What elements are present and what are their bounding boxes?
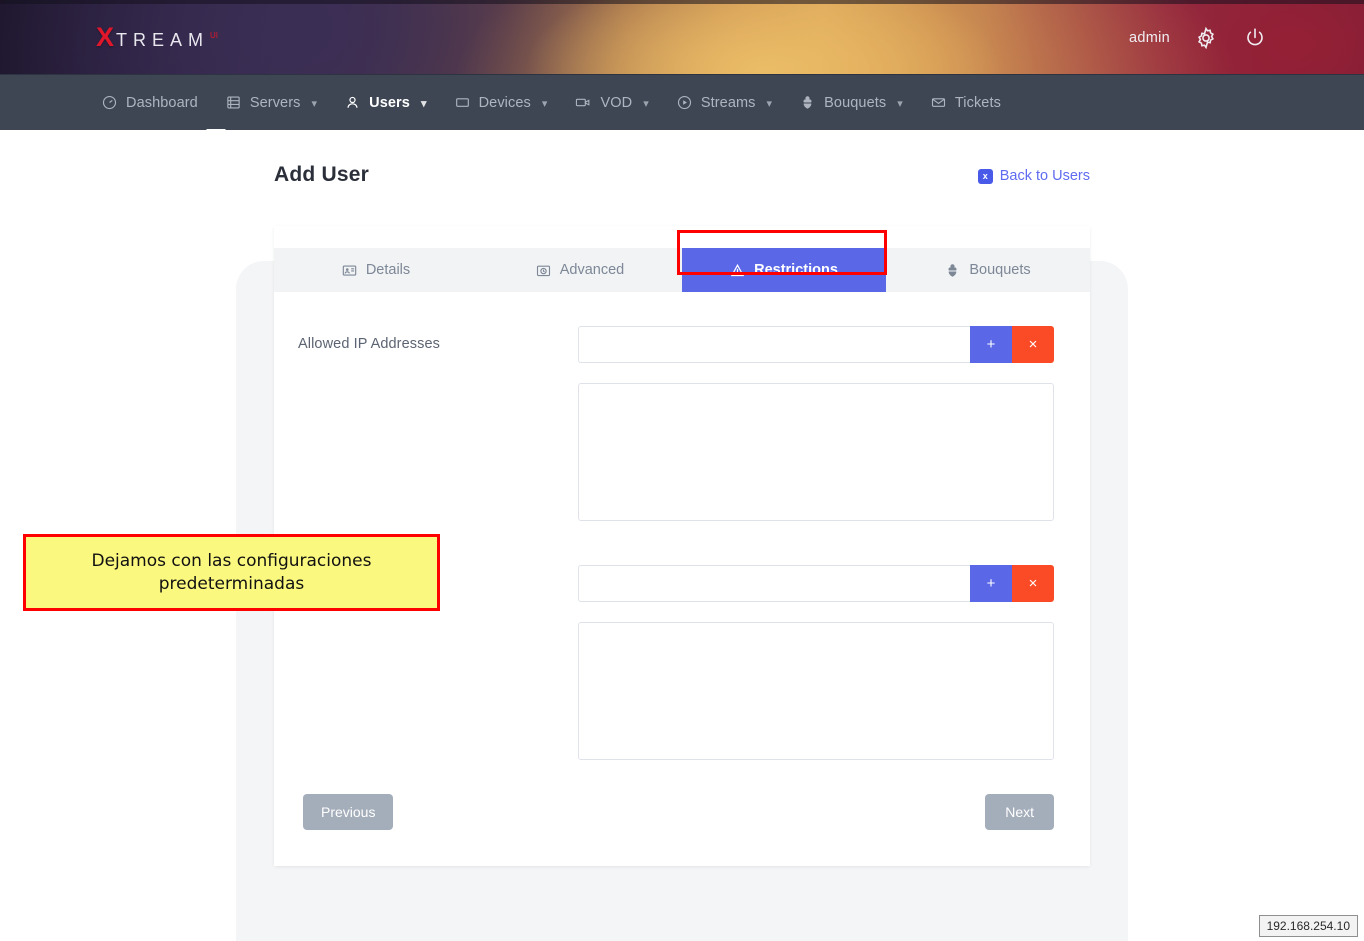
add-user-agent-button[interactable]: +	[970, 565, 1012, 602]
annotation-note: Dejamos con las configuraciones predeter…	[23, 534, 440, 612]
nav-label-vod: VOD	[600, 94, 633, 111]
allowed-ip-input-group: + ×	[578, 326, 1054, 363]
nav-label-streams: Streams	[700, 94, 756, 111]
allowed-ip-list[interactable]	[578, 383, 1054, 521]
tab-label-details: Details	[365, 262, 411, 278]
page-container: Add User x Back to Users Details Advance…	[0, 130, 1364, 941]
nav-label-users: Users	[369, 94, 410, 111]
delete-user-agent-button[interactable]: ×	[1012, 565, 1054, 602]
nav-label-bouquets: Bouquets	[824, 94, 887, 111]
main-navigation: Dashboard Servers ▾ Users ▾ Devices ▾ VO…	[0, 75, 1364, 139]
header-actions: admin	[1129, 0, 1268, 74]
allowed-user-agents-input[interactable]	[578, 565, 970, 602]
mail-icon	[931, 95, 946, 110]
wizard-tabs: Details Advanced Restrictions Bouquets	[274, 230, 1090, 292]
user-icon	[345, 95, 360, 110]
card-top-strip	[274, 226, 1090, 248]
nav-item-servers[interactable]: Servers ▾	[212, 75, 331, 130]
chevron-down-icon: ▾	[643, 98, 649, 110]
allowed-user-agents-field-area: + ×	[578, 565, 1054, 760]
play-icon	[677, 95, 692, 110]
nav-item-users[interactable]: Users ▾	[331, 75, 440, 130]
logo-superscript: UI	[210, 31, 219, 40]
id-card-icon	[342, 263, 357, 278]
page-title: Add User	[274, 163, 369, 186]
gear-icon[interactable]	[1193, 25, 1219, 51]
admin-username: admin	[1129, 29, 1170, 46]
tab-restrictions[interactable]: Restrictions	[682, 248, 886, 292]
nav-item-dashboard[interactable]: Dashboard	[88, 75, 212, 130]
chevron-down-icon: ▾	[897, 98, 903, 110]
allowed-ip-label: Allowed IP Addresses	[298, 336, 440, 352]
back-arrow-icon: x	[977, 168, 993, 184]
bouquet-icon	[945, 263, 960, 278]
chevron-down-icon: ▾	[766, 98, 773, 110]
logo-text: TREAM	[116, 30, 210, 50]
nav-item-tickets[interactable]: Tickets	[917, 75, 1015, 130]
allowed-user-agents-list[interactable]	[578, 622, 1054, 760]
ip-status-tooltip: 192.168.254.10	[1258, 915, 1358, 937]
next-button[interactable]: Next	[985, 794, 1054, 830]
page-header-row: Add User x Back to Users	[274, 163, 1090, 205]
add-ip-button[interactable]: +	[970, 326, 1012, 363]
nav-item-devices[interactable]: Devices ▾	[441, 75, 562, 130]
app-shell: X TREAM UI admin Dashboard Servers ▾ Use…	[0, 0, 1364, 941]
tab-bouquets[interactable]: Bouquets	[886, 248, 1090, 292]
servers-icon	[226, 95, 241, 110]
back-to-users-link[interactable]: x Back to Users	[977, 168, 1090, 184]
clock-box-icon	[536, 263, 551, 278]
chevron-down-icon: ▾	[420, 98, 427, 110]
nav-item-bouquets[interactable]: Bouquets ▾	[786, 75, 917, 130]
device-icon	[455, 95, 470, 110]
allowed-ip-field-area: + ×	[578, 326, 1054, 521]
warning-triangle-icon	[730, 263, 745, 278]
nav-label-tickets: Tickets	[954, 94, 1001, 111]
nav-item-streams[interactable]: Streams ▾	[663, 75, 786, 130]
power-icon[interactable]	[1242, 25, 1268, 51]
tab-label-restrictions: Restrictions	[754, 262, 838, 278]
nav-item-vod[interactable]: VOD ▾	[561, 75, 662, 130]
allowed-ip-row: Allowed IP Addresses + ×	[298, 326, 1054, 521]
video-icon	[575, 95, 591, 110]
wizard-navigation: Previous Next	[298, 794, 1054, 830]
dashboard-icon	[102, 95, 117, 110]
allowed-user-agents-input-group: + ×	[578, 565, 1054, 602]
app-logo[interactable]: X TREAM UI	[96, 24, 218, 51]
tab-label-bouquets: Bouquets	[969, 262, 1031, 278]
previous-button[interactable]: Previous	[303, 794, 394, 830]
logo-x: X	[96, 22, 117, 52]
tab-details[interactable]: Details	[274, 248, 478, 292]
nav-label-servers: Servers	[249, 94, 301, 111]
nav-label-devices: Devices	[478, 94, 531, 111]
tab-advanced[interactable]: Advanced	[478, 248, 682, 292]
bouquet-icon	[800, 95, 815, 110]
app-header: X TREAM UI admin	[0, 0, 1364, 75]
chevron-down-icon: ▾	[311, 98, 318, 110]
content-area: Add User x Back to Users Details Advance…	[0, 130, 1364, 866]
nav-label-dashboard: Dashboard	[126, 94, 198, 111]
chevron-down-icon: ▾	[541, 98, 548, 110]
allowed-ip-input[interactable]	[578, 326, 970, 363]
delete-ip-button[interactable]: ×	[1012, 326, 1054, 363]
back-link-label: Back to Users	[999, 168, 1090, 184]
tab-label-advanced: Advanced	[559, 262, 625, 278]
